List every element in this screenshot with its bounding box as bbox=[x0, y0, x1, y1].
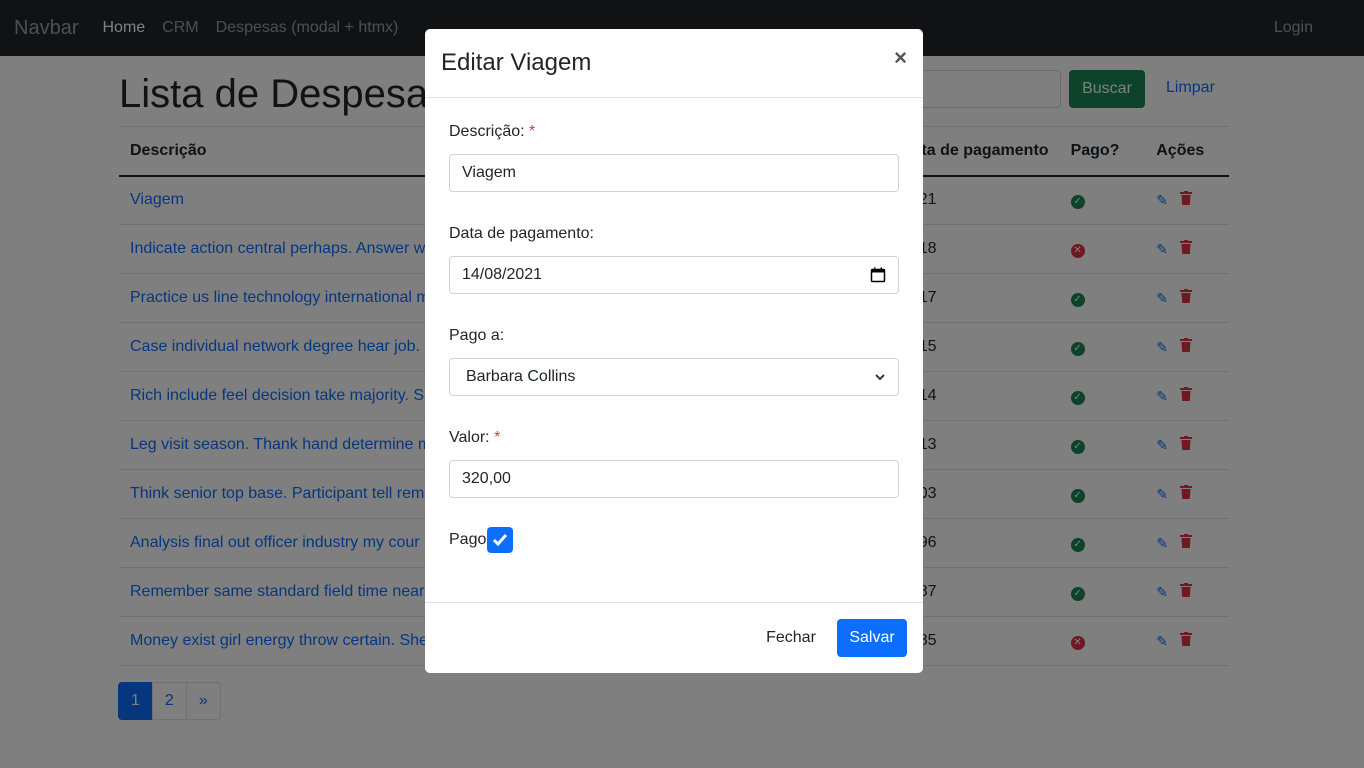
modal-footer: Fechar Salvar bbox=[425, 602, 923, 673]
data-value: 14/08/2021 bbox=[462, 266, 543, 283]
pago-a-select[interactable]: Barbara Collins bbox=[449, 358, 899, 396]
pago-a-value: Barbara Collins bbox=[466, 368, 576, 385]
save-button[interactable]: Salvar bbox=[837, 619, 907, 657]
pago-a-label: Pago a: bbox=[449, 327, 505, 344]
descricao-label: Descrição: * bbox=[449, 123, 535, 141]
descricao-label-text: Descrição: bbox=[449, 123, 525, 140]
valor-label-text: Valor: bbox=[449, 429, 490, 446]
data-label: Data de pagamento: bbox=[449, 225, 594, 242]
close-button[interactable]: Fechar bbox=[756, 619, 826, 657]
close-icon[interactable]: × bbox=[894, 45, 907, 71]
descricao-input[interactable]: Viagem bbox=[449, 154, 899, 192]
valor-label: Valor: * bbox=[449, 429, 500, 447]
valor-value: 320,00 bbox=[462, 470, 511, 487]
pago-label: Pago bbox=[449, 531, 487, 548]
descricao-value: Viagem bbox=[462, 164, 516, 181]
calendar-icon[interactable] bbox=[870, 267, 886, 283]
check-icon bbox=[492, 534, 508, 547]
data-input[interactable]: 14/08/2021 bbox=[449, 256, 899, 294]
edit-modal: Editar Viagem × Descrição: * Viagem Data… bbox=[425, 29, 923, 673]
pago-checkbox[interactable] bbox=[487, 527, 513, 553]
valor-input[interactable]: 320,00 bbox=[449, 460, 899, 498]
modal-title: Editar Viagem bbox=[441, 49, 592, 76]
chevron-down-icon bbox=[875, 374, 885, 381]
required-mark: * bbox=[529, 123, 536, 140]
required-mark: * bbox=[494, 429, 501, 446]
modal-header: Editar Viagem × bbox=[425, 29, 923, 98]
